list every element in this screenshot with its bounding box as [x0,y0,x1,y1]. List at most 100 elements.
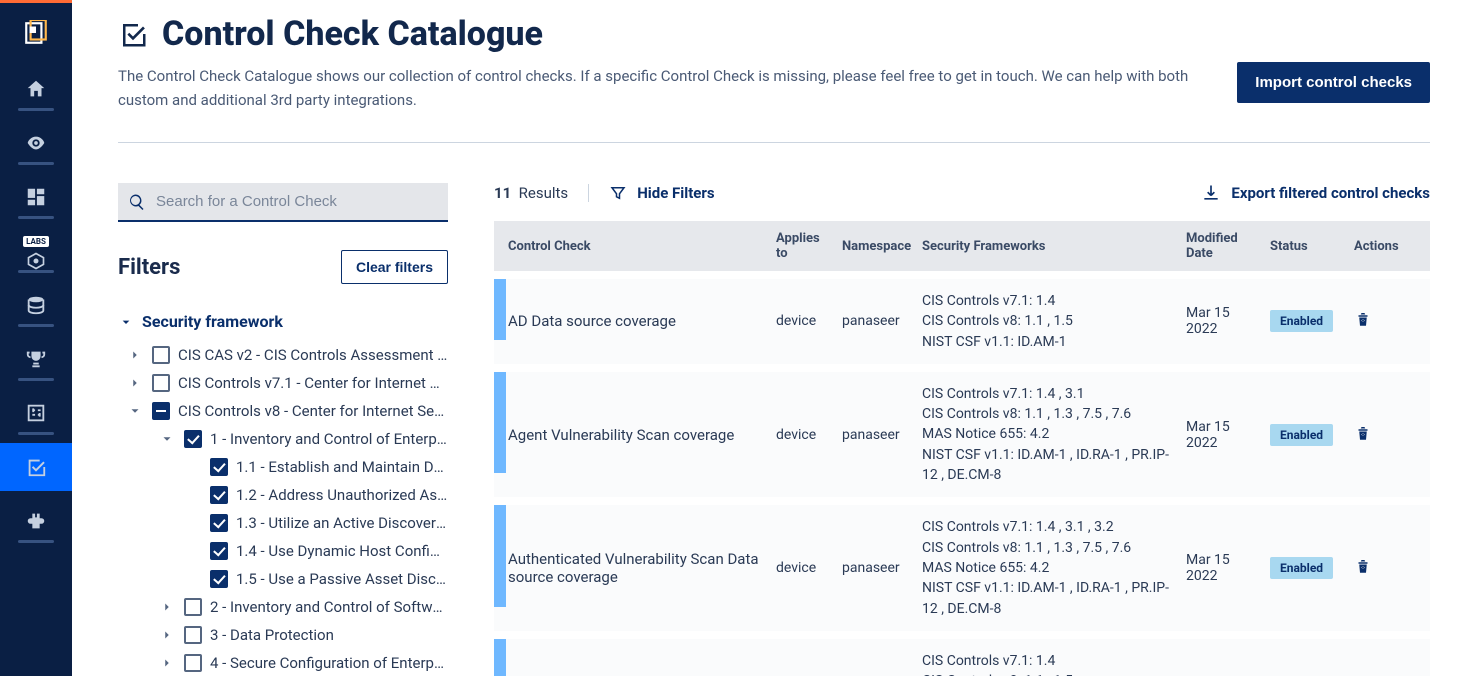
cell-modified: Mar 15 2022 [1180,305,1264,337]
trash-icon [1354,309,1372,329]
cell-namespace: panaseer [836,560,916,576]
col-namespace: Namespace [836,239,916,254]
checkbox[interactable] [184,654,202,672]
table-row[interactable]: AV Data source coverage device panaseer … [494,639,1430,676]
chevron-right-icon [158,600,176,614]
tree-item-1-2[interactable]: 1.2 - Address Unauthorized Ass... [118,481,448,509]
checkbox[interactable] [152,374,170,392]
main-content: Control Check Catalogue The Control Chec… [72,0,1476,676]
cell-frameworks: CIS Controls v7.1: 1.4 , 3.1 , 3.2CIS Co… [916,517,1180,618]
col-modified: Modified Date [1180,231,1264,261]
cell-name: AD Data source coverage [502,312,770,330]
table-body: AD Data source coverage device panaseer … [494,271,1430,676]
search-input[interactable] [118,183,448,222]
security-framework-section-toggle[interactable]: Security framework [118,312,448,331]
status-badge: Enabled [1270,557,1333,579]
cell-status: Enabled [1264,424,1348,446]
cell-name: Authenticated Vulnerability Scan Data so… [502,550,770,586]
trash-icon [1354,423,1372,443]
nav-control-checks[interactable] [0,443,72,491]
filters-panel: Filters Clear filters Security framework… [118,183,448,676]
clear-filters-button[interactable]: Clear filters [341,250,448,284]
results-table-section: 11 Results Hide Filters Export filtered … [494,183,1430,676]
chevron-right-icon [126,348,144,362]
filters-title: Filters [118,255,180,280]
export-filtered-button[interactable]: Export filtered control checks [1201,183,1430,203]
table-row[interactable]: AD Data source coverage device panaseer … [494,279,1430,364]
cell-namespace: panaseer [836,313,916,329]
search-icon [128,193,146,215]
import-control-checks-button[interactable]: Import control checks [1237,62,1430,103]
table-row[interactable]: Agent Vulnerability Scan coverage device… [494,372,1430,497]
cell-applies: device [770,427,836,443]
tree-item-2[interactable]: 2 - Inventory and Control of Softwar... [118,593,448,621]
nav-labs[interactable]: LABS [0,227,72,275]
chevron-right-icon [158,656,176,670]
table-row[interactable]: Authenticated Vulnerability Scan Data so… [494,505,1430,630]
download-icon [1201,183,1221,203]
status-badge: Enabled [1270,310,1333,332]
tree-item-4[interactable]: 4 - Secure Configuration of Enterpri... [118,649,448,676]
page-title: Control Check Catalogue [118,14,1218,54]
status-badge: Enabled [1270,424,1333,446]
row-accent [494,639,506,676]
col-applies: Applies to [770,231,836,261]
cell-modified: Mar 15 2022 [1180,419,1264,451]
tree-item-1[interactable]: 1 - Inventory and Control of Enterpri... [118,425,448,453]
checkbox-checked[interactable] [210,542,228,560]
cell-frameworks: CIS Controls v7.1: 1.4CIS Controls v8: 1… [916,651,1180,676]
nav-data[interactable] [0,281,72,329]
cell-frameworks: CIS Controls v7.1: 1.4 , 3.1CIS Controls… [916,384,1180,485]
chevron-down-icon [126,404,144,418]
cell-frameworks: CIS Controls v7.1: 1.4CIS Controls v8: 1… [916,291,1180,352]
tree-item-3[interactable]: 3 - Data Protection [118,621,448,649]
delete-button[interactable] [1348,556,1408,580]
page-description: The Control Check Catalogue shows our co… [118,64,1218,112]
cell-applies: device [770,560,836,576]
app-logo[interactable] [18,15,54,51]
tree-item-1-3[interactable]: 1.3 - Utilize an Active Discovery... [118,509,448,537]
chevron-down-icon [158,432,176,446]
tree-item-1-4[interactable]: 1.4 - Use Dynamic Host Config... [118,537,448,565]
delete-button[interactable] [1348,309,1408,333]
delete-button[interactable] [1348,423,1408,447]
tree-item-cis-v71[interactable]: CIS Controls v7.1 - Center for Internet … [118,369,448,397]
cell-namespace: panaseer [836,427,916,443]
checkbox[interactable] [152,346,170,364]
hide-filters-toggle[interactable]: Hide Filters [609,184,714,202]
nav-integrations[interactable] [0,497,72,545]
cell-modified: Mar 15 2022 [1180,552,1264,584]
tree-item-1-5[interactable]: 1.5 - Use a Passive Asset Disco... [118,565,448,593]
checkbox-checked[interactable] [210,486,228,504]
nav-dashboards[interactable] [0,173,72,221]
checkbox-checked[interactable] [184,430,202,448]
col-name: Control Check [502,239,770,254]
tree-item-cis-cas[interactable]: CIS CAS v2 - CIS Controls Assessment S..… [118,341,448,369]
checkbox[interactable] [184,598,202,616]
checkbox[interactable] [184,626,202,644]
cell-name: Agent Vulnerability Scan coverage [502,426,770,444]
nav-achievements[interactable] [0,335,72,383]
col-status: Status [1264,239,1348,254]
divider [118,142,1430,143]
checkbox-checked[interactable] [210,514,228,532]
checkbox-indeterminate[interactable] [152,402,170,420]
trash-icon [1354,556,1372,576]
checkbox-icon [118,19,148,49]
chevron-right-icon [158,628,176,642]
tree-item-1-1[interactable]: 1.1 - Establish and Maintain De... [118,453,448,481]
nav-home[interactable] [0,65,72,113]
cell-status: Enabled [1264,557,1348,579]
row-accent [494,372,506,473]
sidebar-nav: LABS [0,0,72,676]
checkbox-checked[interactable] [210,458,228,476]
table-header: Control Check Applies to Namespace Secur… [494,221,1430,271]
nav-visibility[interactable] [0,119,72,167]
tree-item-cis-v8[interactable]: CIS Controls v8 - Center for Internet Se… [118,397,448,425]
results-count: 11 Results [494,184,589,202]
nav-config[interactable] [0,389,72,437]
cell-applies: device [770,313,836,329]
col-actions: Actions [1348,239,1408,254]
checkbox-checked[interactable] [210,570,228,588]
framework-tree: CIS CAS v2 - CIS Controls Assessment S..… [118,341,448,676]
